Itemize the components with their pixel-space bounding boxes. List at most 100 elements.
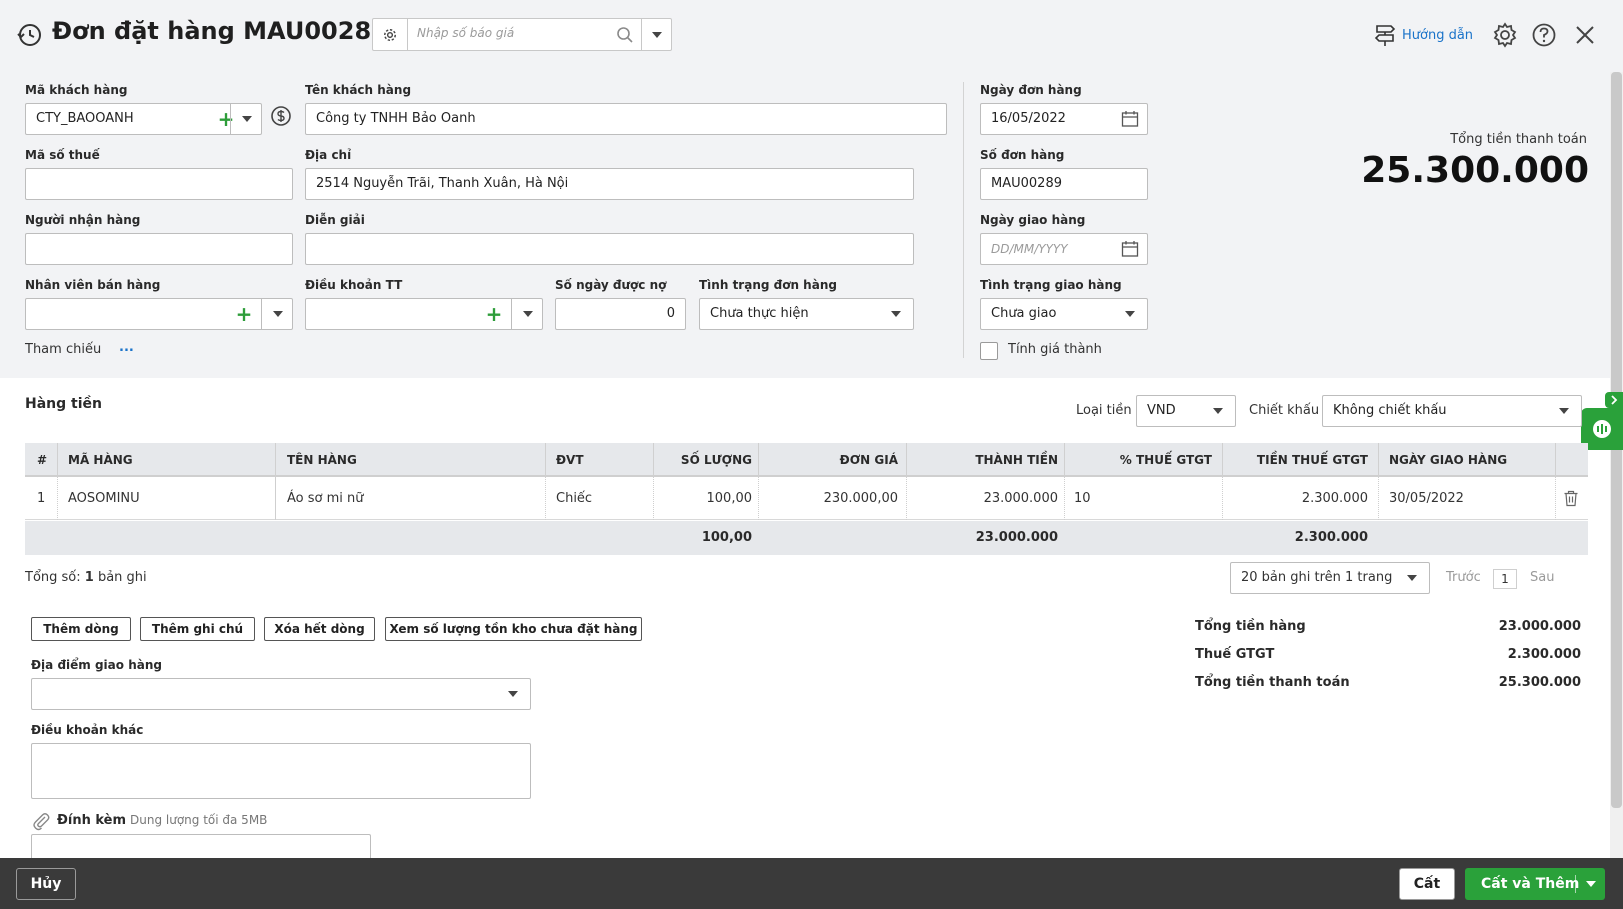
prev-page-button[interactable]: Trước: [1446, 570, 1481, 585]
cell-divider: [57, 477, 58, 520]
row-vat-rate[interactable]: 10: [1074, 477, 1091, 520]
tax-code-label: Mã số thuế: [25, 148, 100, 162]
order-date-value: 16/05/2022: [991, 111, 1066, 126]
row-name[interactable]: Áo sơ mi nữ: [287, 477, 364, 520]
chevron-down-icon: [241, 116, 252, 122]
column-header-amount[interactable]: THÀNH TIỀN: [975, 443, 1058, 477]
add-payment-terms-button[interactable]: +: [481, 299, 507, 329]
row-no: 1: [37, 491, 46, 506]
column-header-price[interactable]: ĐƠN GIÁ: [840, 443, 898, 477]
cell-divider: [545, 477, 546, 520]
cell-divider: [1378, 477, 1379, 520]
save-and-add-button[interactable]: Cất và Thêm: [1465, 868, 1605, 900]
history-icon[interactable]: [16, 22, 42, 48]
currency-select[interactable]: VND: [1136, 395, 1236, 427]
trash-icon[interactable]: [1563, 490, 1579, 507]
close-button[interactable]: [1571, 21, 1599, 49]
search-icon[interactable]: [616, 26, 634, 44]
other-terms-textarea[interactable]: [31, 743, 531, 799]
column-header-vat-rate[interactable]: % THUẾ GTGT: [1120, 443, 1212, 477]
column-header-unit[interactable]: ĐVT: [556, 443, 584, 477]
other-terms-label: Điều khoản khác: [31, 723, 144, 737]
plus-icon: +: [485, 302, 503, 326]
sales-staff-field[interactable]: +: [25, 298, 293, 330]
customer-code-label: Mã khách hàng: [25, 83, 128, 97]
paperclip-icon[interactable]: [31, 811, 51, 831]
order-date-field[interactable]: 16/05/2022: [980, 103, 1148, 135]
guide-link[interactable]: Hướng dẫn: [1374, 20, 1473, 50]
record-count-prefix: Tổng số:: [25, 570, 81, 585]
column-divider: [906, 443, 907, 477]
quote-settings-button[interactable]: [373, 19, 408, 50]
column-header-qty[interactable]: SỐ LƯỢNG: [681, 443, 752, 477]
delivery-status-select[interactable]: Chưa giao: [980, 298, 1148, 330]
signpost-icon: [1374, 25, 1396, 46]
view-stock-button[interactable]: Xem số lượng tồn kho chưa đặt hàng: [385, 617, 642, 641]
row-vat-amount[interactable]: 2.300.000: [1302, 477, 1368, 520]
customer-name-field[interactable]: Công ty TNHH Bảo Oanh: [305, 103, 947, 135]
order-date-label: Ngày đơn hàng: [980, 83, 1082, 97]
receiver-field[interactable]: [25, 233, 293, 265]
quote-number-input[interactable]: [417, 26, 607, 40]
customer-name-value: Công ty TNHH Bảo Oanh: [316, 111, 476, 126]
delivery-place-label: Địa điểm giao hàng: [31, 658, 162, 672]
reference-label: Tham chiếu: [25, 342, 102, 357]
order-status-select[interactable]: Chưa thực hiện: [699, 298, 914, 330]
add-row-button[interactable]: Thêm dòng: [31, 617, 131, 641]
address-value: 2514 Nguyễn Trãi, Thanh Xuân, Hà Nội: [316, 176, 569, 191]
customer-code-dropdown[interactable]: [230, 104, 261, 134]
quote-dropdown-button[interactable]: [641, 19, 671, 50]
settings-button[interactable]: [1491, 21, 1519, 49]
items-table-totals: 100,00 23.000.000 2.300.000: [25, 521, 1588, 555]
calendar-icon[interactable]: [1121, 240, 1139, 258]
debt-days-label: Số ngày được nợ: [555, 278, 667, 292]
calendar-icon[interactable]: [1121, 110, 1139, 128]
table-row[interactable]: 1 AOSOMINU Áo sơ mi nữ Chiếc 100,00 230.…: [25, 477, 1588, 520]
page-size-value: 20 bản ghi trên 1 trang: [1241, 570, 1393, 585]
current-page-number[interactable]: 1: [1493, 569, 1517, 589]
page-size-select[interactable]: 20 bản ghi trên 1 trang: [1230, 562, 1430, 594]
delivery-status-value: Chưa giao: [991, 306, 1057, 321]
column-header-name[interactable]: TÊN HÀNG: [287, 443, 357, 477]
next-page-button[interactable]: Sau: [1530, 570, 1554, 585]
order-no-value: MAU00289: [991, 176, 1062, 191]
payment-terms-field[interactable]: +: [305, 298, 543, 330]
delivery-date-field[interactable]: DD/MM/YYYY: [980, 233, 1148, 265]
attach-label: Đính kèm: [57, 813, 127, 828]
row-qty[interactable]: 100,00: [707, 477, 753, 520]
row-code[interactable]: AOSOMINU: [68, 477, 140, 520]
order-no-field[interactable]: MAU00289: [980, 168, 1148, 200]
payment-total-value: 25.300.000: [1361, 150, 1589, 191]
column-header-vat-amount[interactable]: TIỀN THUẾ GTGT: [1257, 443, 1368, 477]
row-amount[interactable]: 23.000.000: [984, 477, 1058, 520]
debt-days-field[interactable]: 0: [555, 298, 686, 330]
cancel-button[interactable]: Hủy: [16, 868, 76, 900]
attach-dropzone[interactable]: [31, 834, 371, 858]
help-button[interactable]: [1530, 21, 1558, 49]
add-sales-staff-button[interactable]: +: [231, 299, 257, 329]
sales-staff-dropdown[interactable]: [261, 299, 292, 329]
save-button[interactable]: Cất: [1399, 868, 1455, 900]
side-panel-toggle[interactable]: [1605, 392, 1623, 408]
row-delivery-date[interactable]: 30/05/2022: [1389, 477, 1464, 520]
tax-code-field[interactable]: [25, 168, 293, 200]
customer-code-field[interactable]: CTY_BAOOANH +: [25, 103, 262, 135]
record-count-suffix: bản ghi: [97, 570, 147, 585]
costing-checkbox[interactable]: [980, 342, 998, 360]
payment-terms-dropdown[interactable]: [511, 299, 542, 329]
delivery-place-select[interactable]: [31, 678, 531, 710]
column-header-code[interactable]: MÃ HÀNG: [68, 443, 133, 477]
chevron-right-icon: [1611, 395, 1618, 405]
column-header-delivery-date[interactable]: NGÀY GIAO HÀNG: [1389, 443, 1507, 477]
save-options-dropdown[interactable]: [1576, 868, 1605, 900]
add-note-button[interactable]: Thêm ghi chú: [140, 617, 255, 641]
quote-search-box: [372, 18, 672, 51]
reference-more-link[interactable]: ...: [119, 340, 134, 355]
row-unit[interactable]: Chiếc: [556, 477, 592, 520]
delete-all-rows-button[interactable]: Xóa hết dòng: [264, 617, 375, 641]
row-price[interactable]: 230.000,00: [824, 477, 898, 520]
address-field[interactable]: 2514 Nguyễn Trãi, Thanh Xuân, Hà Nội: [305, 168, 914, 200]
currency-info-icon[interactable]: [270, 105, 292, 127]
description-field[interactable]: [305, 233, 914, 265]
discount-select[interactable]: Không chiết khấu: [1322, 395, 1582, 427]
